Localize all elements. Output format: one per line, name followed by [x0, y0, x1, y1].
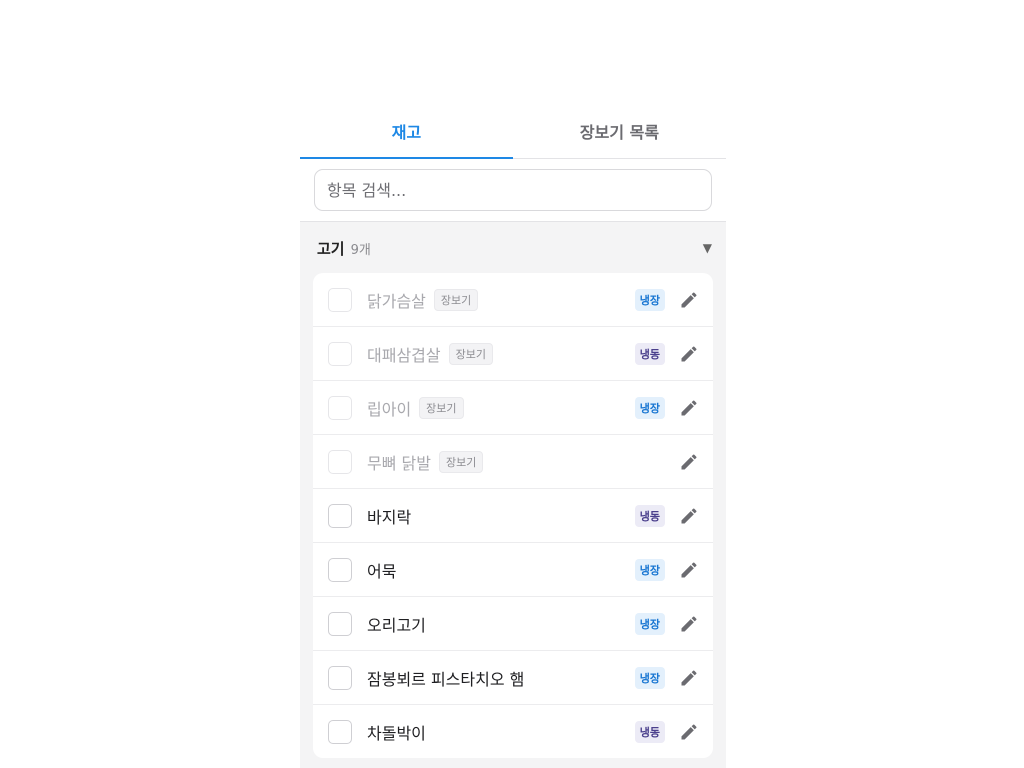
storage-badge: 냉장 — [634, 612, 665, 635]
pencil-icon[interactable] — [679, 560, 699, 580]
list-item[interactable]: 닭가슴살 장보기 냉장 — [313, 273, 713, 327]
shopping-tag: 장보기 — [438, 450, 484, 473]
item-name: 오리고기 — [367, 615, 426, 635]
item-name: 무뼈 닭발 — [367, 453, 431, 473]
item-name: 닭가슴살 — [367, 291, 426, 311]
category-count: 9개 — [350, 242, 371, 258]
list-item[interactable]: 립아이 장보기 냉장 — [313, 381, 713, 435]
item-checkbox[interactable] — [328, 719, 352, 744]
tab-shopping-list[interactable]: 장보기 목록 — [513, 104, 726, 158]
storage-badge: 냉동 — [634, 342, 665, 365]
item-list: 닭가슴살 장보기 냉장 대패삼겹살 장보기 냉동 립아이 장보기 냉장 무뼈 닭발 장보기 바지락 냉동… — [313, 273, 713, 758]
item-name: 대패삼겹살 — [367, 345, 441, 365]
inventory-app: 재고 장보기 목록 고기 9개 ▼ 닭가슴살장보기냉장대패삼겹살장보기냉동립아이… — [300, 104, 726, 768]
pencil-icon[interactable] — [679, 614, 699, 634]
item-checkbox[interactable] — [328, 665, 352, 690]
storage-badge: 냉장 — [634, 558, 665, 581]
item-checkbox[interactable] — [328, 503, 352, 528]
item-checkbox[interactable] — [328, 557, 352, 582]
tab-inventory[interactable]: 재고 — [300, 104, 513, 159]
search-bar — [300, 159, 726, 222]
triangle-down-icon[interactable]: ▼ — [703, 241, 712, 255]
pencil-icon[interactable] — [679, 506, 699, 526]
list-item[interactable]: 오리고기 냉장 — [313, 597, 713, 651]
list-item[interactable]: 대패삼겹살 장보기 냉동 — [313, 327, 713, 381]
list-item[interactable]: 차돌박이 냉동 — [313, 705, 713, 758]
item-checkbox[interactable] — [328, 287, 352, 312]
list-item[interactable]: 어묵 냉장 — [313, 543, 713, 597]
list-item[interactable]: 무뼈 닭발 장보기 — [313, 435, 713, 489]
shopping-tag: 장보기 — [433, 288, 479, 311]
item-checkbox[interactable] — [328, 449, 352, 474]
item-checkbox[interactable] — [328, 395, 352, 420]
storage-badge: 냉장 — [634, 396, 665, 419]
item-checkbox[interactable] — [328, 341, 352, 366]
tab-bar: 재고 장보기 목록 — [300, 104, 726, 159]
item-name: 잠봉뵈르 피스타치오 햄 — [367, 669, 525, 689]
category-name: 고기 — [317, 239, 345, 258]
search-input[interactable] — [314, 169, 712, 211]
storage-badge: 냉동 — [634, 504, 665, 527]
storage-badge: 냉동 — [634, 720, 665, 743]
storage-badge: 냉장 — [634, 288, 665, 311]
list-item[interactable]: 바지락 냉동 — [313, 489, 713, 543]
pencil-icon[interactable] — [679, 452, 699, 472]
pencil-icon[interactable] — [679, 344, 699, 364]
pencil-icon[interactable] — [679, 290, 699, 310]
list-item[interactable]: 잠봉뵈르 피스타치오 햄 냉장 — [313, 651, 713, 705]
item-name: 차돌박이 — [367, 723, 426, 743]
shopping-tag: 장보기 — [419, 396, 464, 419]
item-name: 바지락 — [367, 507, 412, 527]
item-name: 어묵 — [367, 561, 397, 581]
category-header[interactable]: 고기 9개 ▼ — [300, 223, 726, 273]
pencil-icon[interactable] — [679, 722, 699, 742]
pencil-icon[interactable] — [679, 398, 699, 418]
storage-badge: 냉장 — [634, 666, 665, 689]
pencil-icon[interactable] — [679, 668, 699, 688]
item-name: 립아이 — [367, 399, 412, 419]
item-checkbox[interactable] — [328, 611, 352, 636]
shopping-tag: 장보기 — [448, 342, 493, 365]
